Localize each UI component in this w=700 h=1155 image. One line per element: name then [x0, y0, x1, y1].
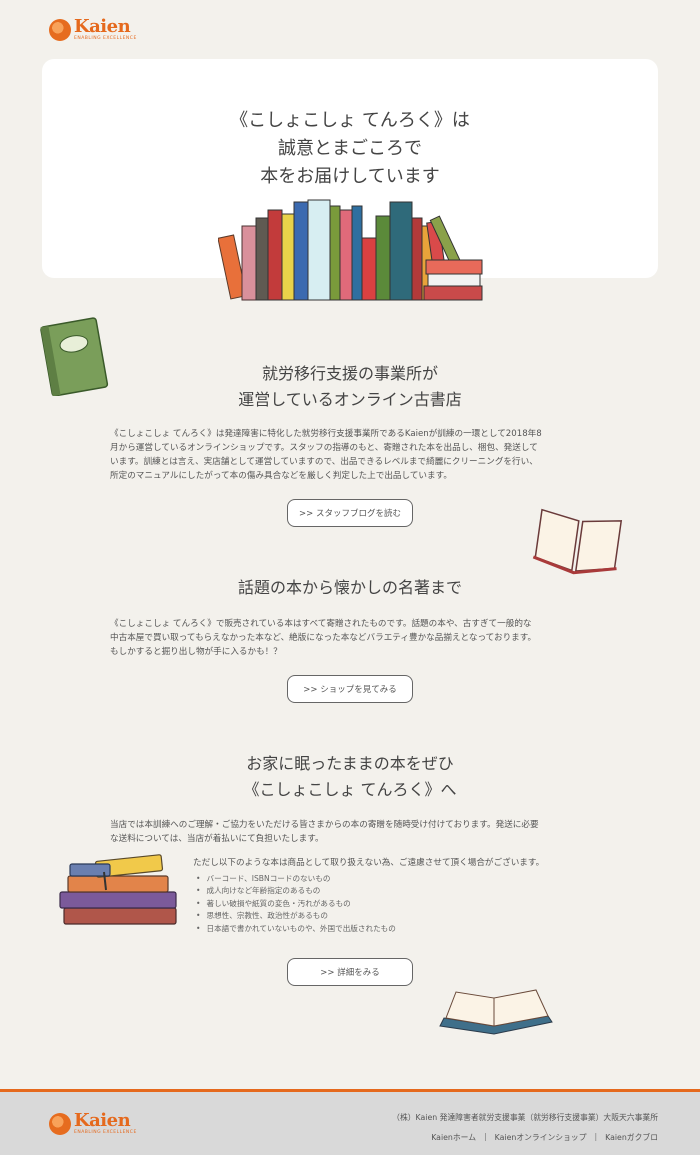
footer-link-home[interactable]: Kaienホーム [431, 1132, 476, 1143]
open-book-illustration [532, 508, 623, 575]
list-item: 著しい破損や紙質の変色・汚れがあるもの [196, 898, 396, 910]
footer-separator: | [594, 1132, 598, 1141]
footer-links: Kaienホーム | Kaienオンラインショップ | Kaienガクブロ [431, 1132, 658, 1143]
donation-note: ただし以下のような本は商品として取り扱えない為、ご遠慮させて頂く場合がございます… [193, 858, 545, 868]
footer-link-blog[interactable]: Kaienガクブロ [605, 1132, 658, 1143]
list-item: バーコード、ISBNコードのないもの [196, 873, 396, 885]
details-button[interactable]: >> 詳細をみる [287, 958, 413, 986]
footer-link-shop[interactable]: Kaienオンラインショップ [495, 1132, 587, 1143]
section1-body: 《こしょこしょ てんろく》は発達障害に特化した就労移行支援事業所であるKaien… [110, 429, 542, 481]
site-footer: Kaien ENABLING EXCELLENCE （株）Kaien 発達障害者… [0, 1089, 700, 1155]
hero-heading: 《こしょこしょ てんろく》は 誠意とまごころで 本をお届けしています [230, 110, 470, 187]
logo-mark-icon [49, 18, 71, 41]
footer-logo[interactable]: Kaien ENABLING EXCELLENCE [49, 1112, 137, 1136]
flat-open-book-illustration [439, 989, 553, 1035]
list-item: 思想性、宗教性、政治性があるもの [196, 910, 396, 922]
footer-company-name: （株）Kaien 発達障害者就労支援事業（就労移行支援事業）大阪天六事業所 [392, 1113, 658, 1122]
logo-tagline: ENABLING EXCELLENCE [74, 36, 137, 41]
staff-blog-button[interactable]: >> スタッフブログを読む [287, 499, 413, 527]
header-logo[interactable]: Kaien ENABLING EXCELLENCE [49, 18, 137, 42]
bookshelf-illustration [218, 199, 483, 301]
list-item: 成人向けなど年齢指定のあるもの [196, 885, 396, 897]
section2-body: 《こしょこしょ てんろく》で販売されている本はすべて寄贈されたものです。話題の本… [110, 619, 537, 657]
section1-heading: 就労移行支援の事業所が 運営しているオンライン古書店 [238, 364, 462, 409]
restriction-list: バーコード、ISBNコードのないもの 成人向けなど年齢指定のあるもの 著しい破損… [196, 873, 396, 935]
footer-separator: | [484, 1132, 487, 1141]
logo-wordmark: Kaien [74, 1110, 131, 1131]
view-shop-button[interactable]: >> ショップを見てみる [287, 675, 413, 703]
logo-wordmark: Kaien [74, 16, 131, 37]
logo-tagline: ENABLING EXCELLENCE [74, 1130, 137, 1135]
logo-mark-icon [49, 1112, 71, 1135]
section3-body: 当店では本訓練へのご理解・ご協力をいただける皆さまからの本の寄贈を随時受け付けて… [110, 820, 539, 844]
section2-heading: 話題の本から懐かしの名著まで [237, 578, 462, 597]
section3-heading: お家に眠ったままの本をぜひ 《こしょこしょ てんろく》へ [243, 754, 457, 799]
book-stack-illustration [59, 854, 177, 925]
list-item: 日本語で書かれていないものや、外国で出版されたもの [196, 923, 395, 935]
